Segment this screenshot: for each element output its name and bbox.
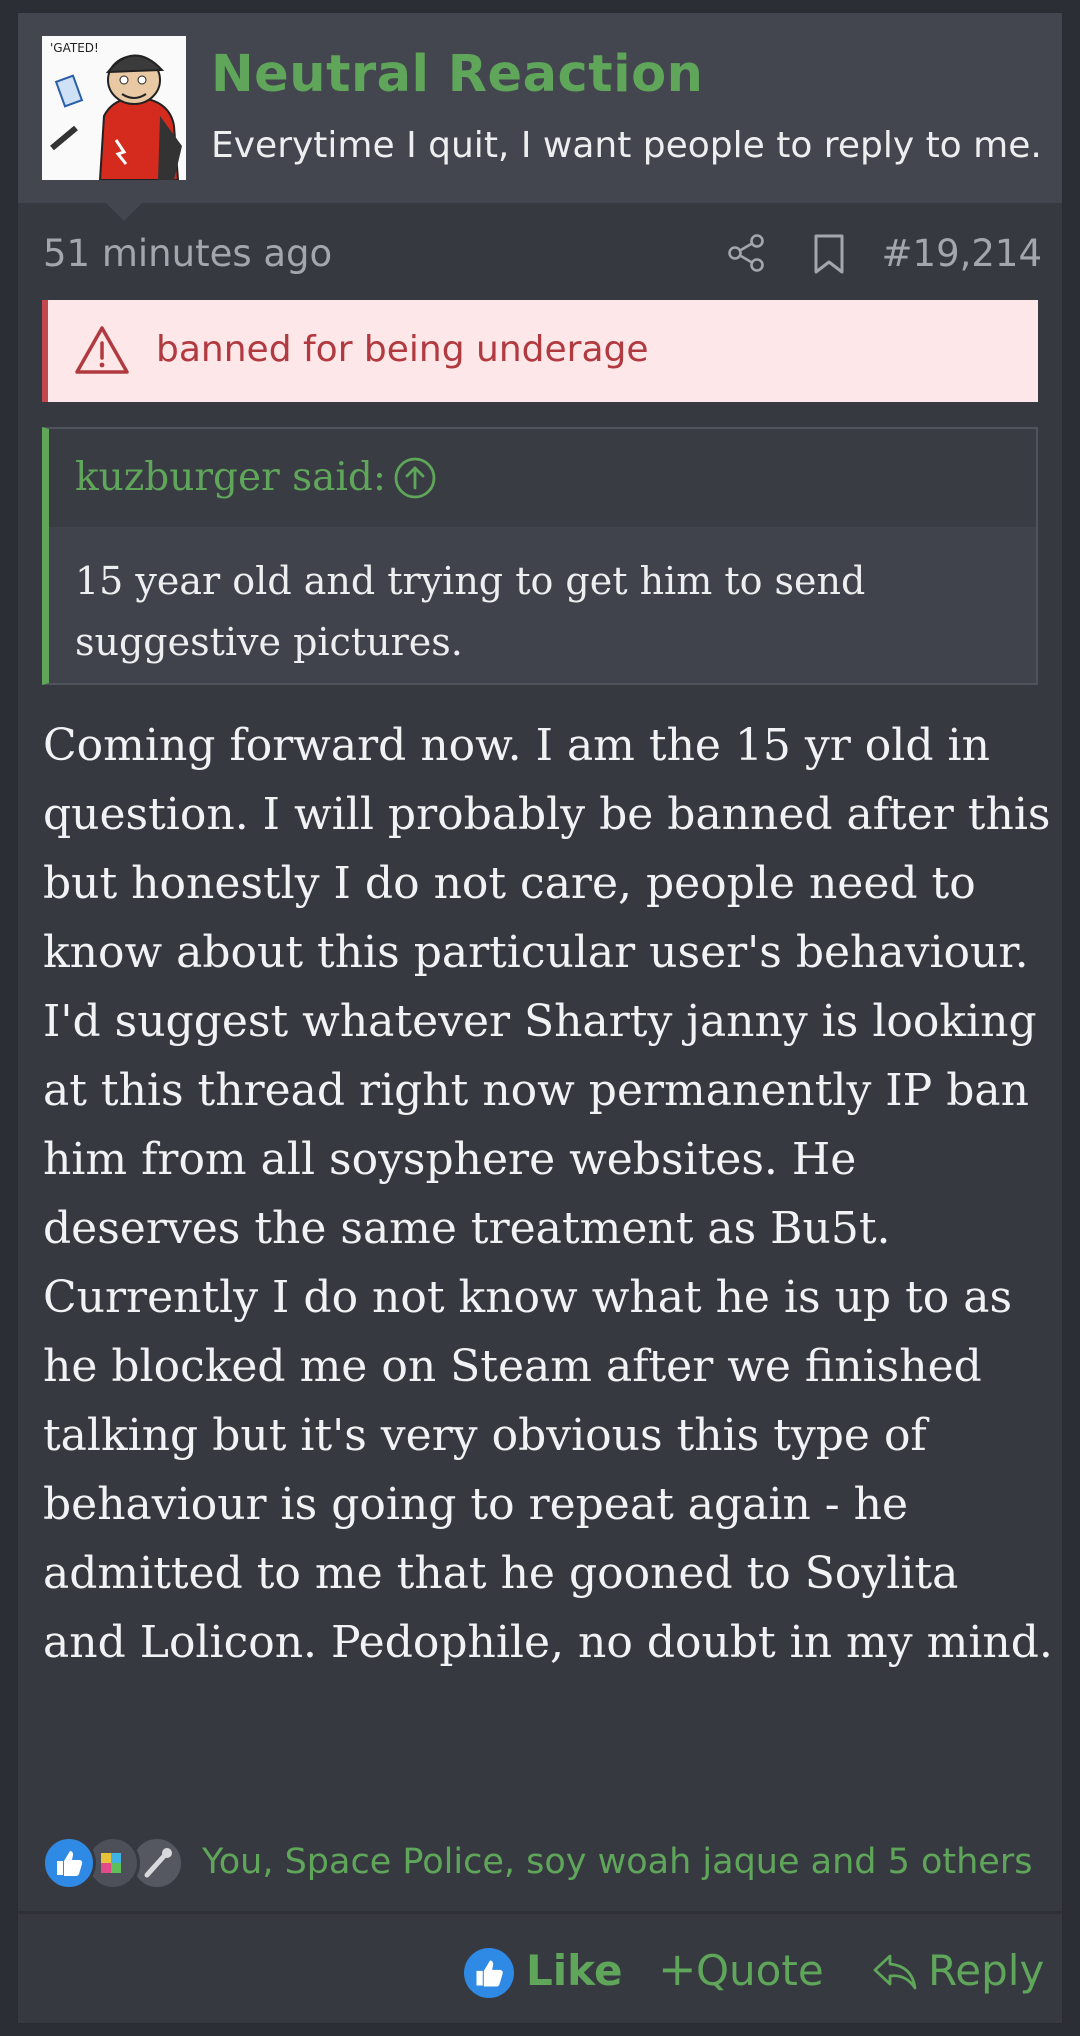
user-title: Everytime I quit, I want people to reply… (211, 125, 1042, 166)
reply-label: Reply (928, 1946, 1045, 1995)
bookmark-icon[interactable] (811, 233, 847, 275)
warning-triangle-icon (75, 326, 129, 374)
message-post: 'GATED! Neutral Reaction Everytime I qui… (17, 12, 1063, 2024)
quote-header: kuzburger said: (49, 429, 1036, 527)
thumbs-up-icon (464, 1948, 514, 1998)
avatar[interactable]: 'GATED! (42, 36, 186, 180)
avatar-image: 'GATED! (42, 36, 186, 180)
post-number[interactable]: #19,214 (882, 232, 1042, 275)
quote-author[interactable]: kuzburger said: (75, 455, 386, 500)
reactions-bar[interactable]: You, Space Police, soy woah jaque and 5 … (42, 1834, 1052, 1894)
avatar-caption: 'GATED! (50, 41, 99, 55)
message-paragraph: Currently I do not know what he is up to… (43, 1272, 1053, 1668)
arrow-up-circle-icon[interactable] (393, 456, 437, 500)
reply-arrow-icon (873, 1954, 917, 1990)
like-icon (42, 1836, 96, 1890)
warning-text: banned for being underage (156, 329, 649, 370)
quote-label: Quote (696, 1946, 824, 1995)
user-header: 'GATED! Neutral Reaction Everytime I qui… (18, 13, 1062, 203)
message-paragraph: Coming forward now. I am the 15 yr old i… (43, 720, 1051, 1254)
message-body: Coming forward now. I am the 15 yr old i… (43, 711, 1053, 1677)
quote-text: 15 year old and trying to get him to sen… (75, 559, 866, 664)
post-timestamp[interactable]: 51 minutes ago (43, 232, 332, 275)
warning-notice: banned for being underage (42, 300, 1038, 402)
post-actions: Like + Quote Reply (18, 1914, 1062, 2025)
header-arrow (106, 203, 142, 221)
like-label: Like (526, 1946, 623, 1995)
reaction-users[interactable]: You, Space Police, soy woah jaque and 5 … (202, 1842, 1032, 1882)
username[interactable]: Neutral Reaction (211, 45, 703, 104)
share-icon[interactable] (726, 233, 766, 273)
quote-block: kuzburger said: 15 year old and trying t… (42, 427, 1038, 685)
plus-icon: + (658, 1942, 697, 1996)
